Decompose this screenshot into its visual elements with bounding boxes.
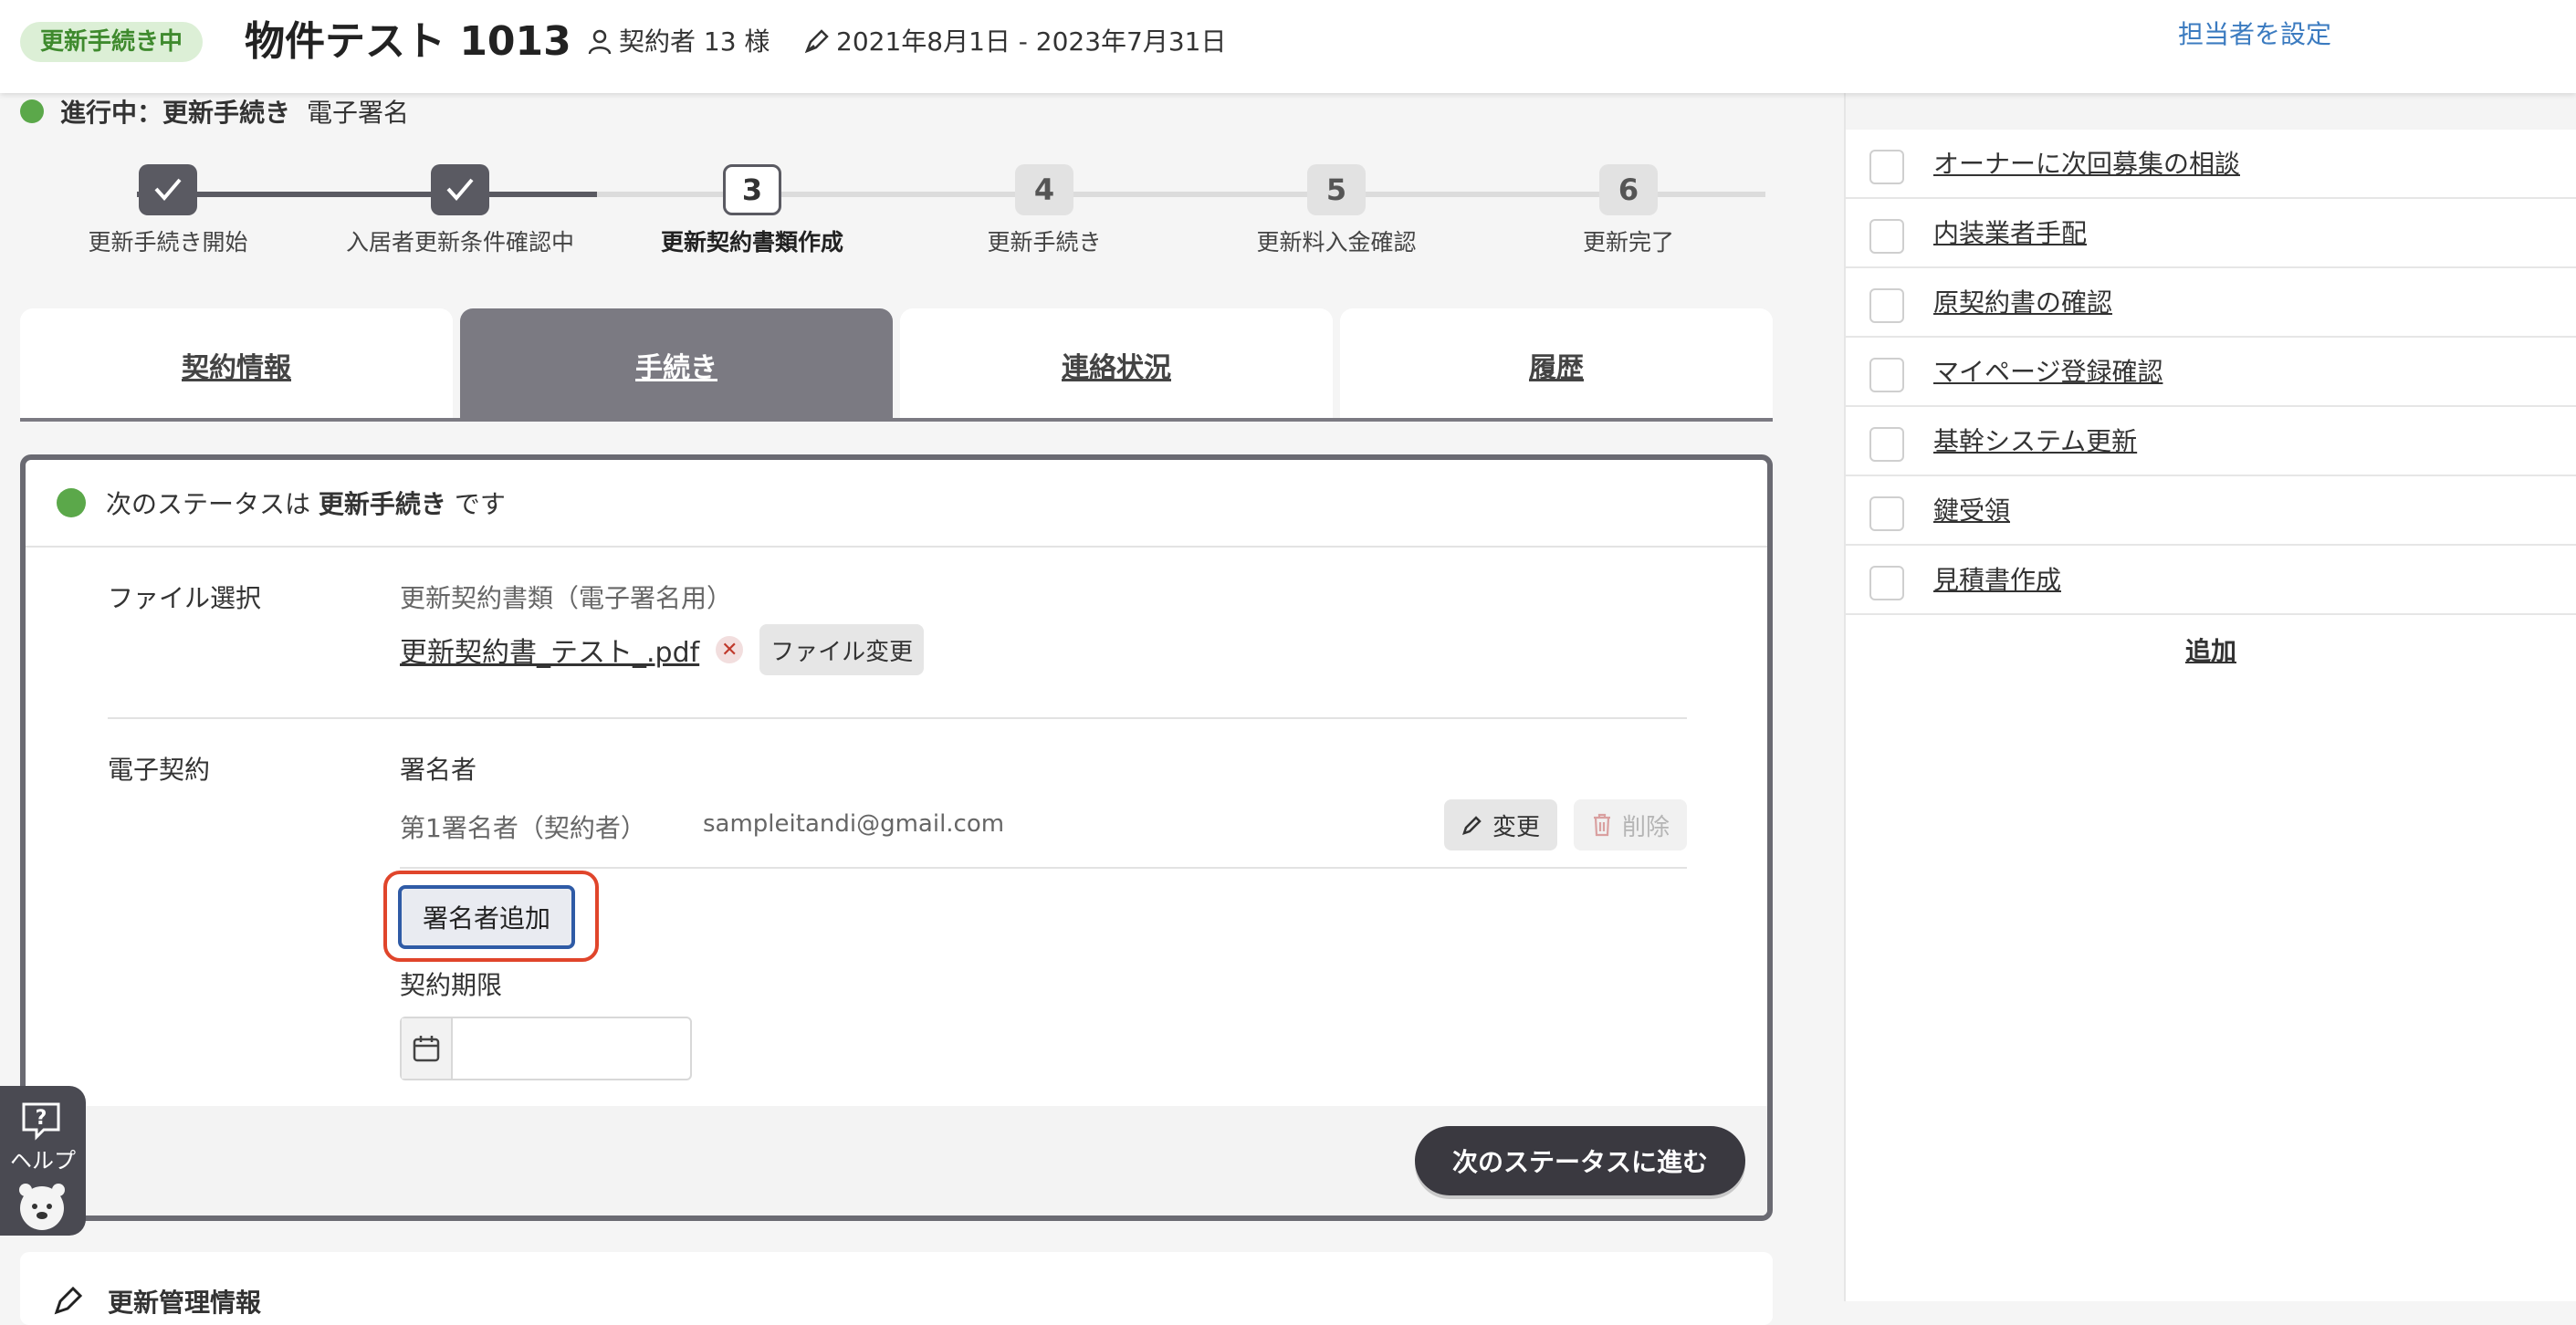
page-title: 物件テスト 1013 <box>245 18 571 65</box>
tab-contact-status[interactable]: 連絡状況 <box>900 308 1333 422</box>
tenant-name: 契約者 13 様 <box>619 26 770 57</box>
delete-signer-label: 削除 <box>1621 813 1670 841</box>
file-type-label: 更新契約書類（電子署名用） <box>400 583 733 613</box>
task-item: 原契約書の確認 <box>1846 268 2576 338</box>
help-widget[interactable]: ? ヘルプ <box>0 1086 86 1236</box>
task-label[interactable]: 内装業者手配 <box>1933 215 2087 252</box>
next-status-header: 次のステータスは 更新手続き です <box>26 460 1767 548</box>
task-item: 基幹システム更新 <box>1846 407 2576 476</box>
step-3-number: 3 <box>723 164 781 215</box>
file-row: 更新契約書_テスト_.pdf ✕ ファイル変更 <box>400 624 925 675</box>
assign-staff-link[interactable]: 担当者を設定 <box>2178 16 2331 53</box>
deadline-label: 契約期限 <box>400 970 503 1000</box>
pen-icon <box>804 29 829 54</box>
progress-label: 進行中：更新手続き <box>60 98 291 128</box>
tab-procedure[interactable]: 手続き <box>460 308 893 422</box>
mascot-icon <box>19 1184 65 1230</box>
page-header: 更新手続き中 物件テスト 1013 契約者 13 様 2021年8月1日 - 2… <box>0 0 2576 93</box>
svg-text:?: ? <box>36 1107 47 1130</box>
step-1-check <box>139 164 197 215</box>
renewal-info-title: 更新管理情報 <box>108 1288 262 1318</box>
delete-signer-button[interactable]: 削除 <box>1574 799 1687 850</box>
step-5-number: 5 <box>1307 164 1366 215</box>
task-label[interactable]: 鍵受領 <box>1933 493 2010 529</box>
progress-sub: 電子署名 <box>307 98 410 128</box>
step-1-label: 更新手続き開始 <box>88 229 248 256</box>
help-label: ヘルプ <box>10 1148 76 1174</box>
task-checkbox[interactable] <box>1869 150 1904 184</box>
task-label[interactable]: オーナーに次回募集の相談 <box>1933 146 2240 183</box>
task-item: 内装業者手配 <box>1846 199 2576 268</box>
renewal-info-card: 更新管理情報 <box>20 1252 1773 1325</box>
task-checkbox[interactable] <box>1869 566 1904 600</box>
task-checkbox[interactable] <box>1869 496 1904 531</box>
task-checkbox[interactable] <box>1869 219 1904 254</box>
next-status-value: 更新手続き <box>318 489 446 519</box>
next-status-dot-icon <box>57 488 86 517</box>
check-icon <box>154 178 182 202</box>
tab-history[interactable]: 履歴 <box>1340 308 1773 422</box>
stepper-track-done <box>137 192 597 197</box>
task-label[interactable]: マイページ登録確認 <box>1933 354 2162 391</box>
status-badge: 更新手続き中 <box>20 22 204 62</box>
task-item: 見積書作成 <box>1846 546 2576 615</box>
task-sidebar: オーナーに次回募集の相談 内装業者手配 原契約書の確認 マイページ登録確認 基幹… <box>1844 0 2576 1301</box>
next-status-prefix: 次のステータスは <box>106 489 311 519</box>
signer-divider <box>400 867 1687 869</box>
step-4-number: 4 <box>1015 164 1073 215</box>
calendar-icon-box[interactable] <box>402 1018 453 1079</box>
file-select-label: ファイル選択 <box>108 583 262 613</box>
check-icon <box>446 178 474 202</box>
add-task-link[interactable]: 追加 <box>1846 631 2576 668</box>
procedure-panel: 次のステータスは 更新手続き です ファイル選択 更新契約書類（電子署名用） 更… <box>20 454 1773 1221</box>
tab-contract-info[interactable]: 契約情報 <box>20 308 453 422</box>
signer1-email: sampleitandi@gmail.com <box>703 810 1005 838</box>
tenant-info: 契約者 13 様 <box>588 22 770 62</box>
task-checkbox[interactable] <box>1869 358 1904 392</box>
section-divider <box>108 717 1687 719</box>
step-3-label: 更新契約書類作成 <box>660 229 843 256</box>
task-item: マイページ登録確認 <box>1846 338 2576 407</box>
file-change-button[interactable]: ファイル変更 <box>759 624 925 675</box>
add-signer-button[interactable]: 署名者追加 <box>398 885 575 949</box>
deadline-date-input[interactable] <box>400 1017 692 1080</box>
step-6-label: 更新完了 <box>1582 229 1674 256</box>
task-item: オーナーに次回募集の相談 <box>1846 130 2576 199</box>
step-4-label: 更新手続き <box>987 229 1102 256</box>
task-label[interactable]: 見積書作成 <box>1933 562 2061 599</box>
signers-label: 署名者 <box>400 755 477 785</box>
next-status-suffix: です <box>454 489 506 519</box>
contract-period: 2021年8月1日 - 2023年7月31日 <box>803 22 1227 62</box>
sidebar-top-strip <box>1846 93 2576 130</box>
signer1-role: 第1署名者（契約者） <box>400 813 646 843</box>
renewal-info-icon <box>54 1286 83 1315</box>
help-question-icon: ? <box>22 1102 60 1141</box>
trash-icon <box>1593 813 1610 837</box>
progress-stepper: 更新手続き開始 入居者更新条件確認中 3 更新契約書類作成 4 更新手続き 5 … <box>20 164 1773 265</box>
task-checkbox[interactable] <box>1869 427 1904 462</box>
person-icon <box>588 29 612 55</box>
task-item: 鍵受領 <box>1846 476 2576 546</box>
status-dot-icon <box>20 99 44 123</box>
step-2-check <box>431 164 489 215</box>
task-checkbox[interactable] <box>1869 288 1904 323</box>
step-5-label: 更新料入金確認 <box>1256 229 1417 256</box>
edit-signer-button[interactable]: 変更 <box>1444 799 1557 850</box>
task-label[interactable]: 原契約書の確認 <box>1933 285 2112 321</box>
next-status-button[interactable]: 次のステータスに進む <box>1415 1126 1745 1195</box>
progress-status: 進行中：更新手続き 電子署名 <box>20 95 409 128</box>
edit-signer-label: 変更 <box>1492 813 1540 841</box>
pencil-icon <box>1462 816 1482 835</box>
task-label[interactable]: 基幹システム更新 <box>1933 423 2137 460</box>
file-name-link[interactable]: 更新契約書_テスト_.pdf <box>400 630 699 670</box>
step-6-number: 6 <box>1599 164 1658 215</box>
next-status-text: 次のステータスは 更新手続き です <box>106 485 506 521</box>
step-2-label: 入居者更新条件確認中 <box>345 229 574 256</box>
period-text: 2021年8月1日 - 2023年7月31日 <box>836 26 1227 57</box>
tab-underline <box>20 418 1773 422</box>
remove-file-icon[interactable]: ✕ <box>716 636 744 663</box>
calendar-icon <box>413 1036 440 1062</box>
econtract-label: 電子契約 <box>108 755 211 785</box>
